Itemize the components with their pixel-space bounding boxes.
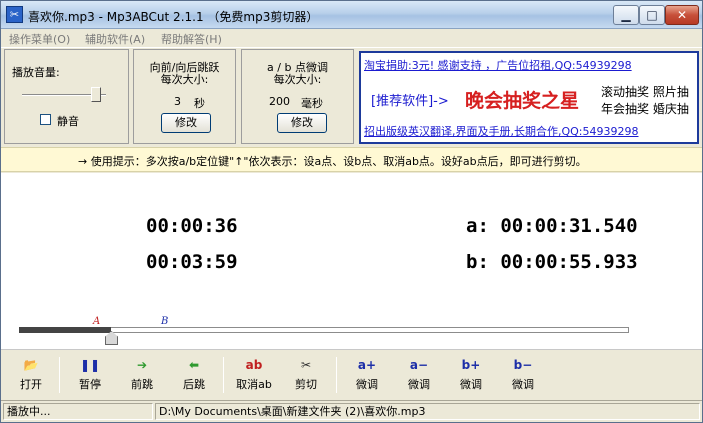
b-minus-icon: b− [513,358,533,372]
a-plus-label: 微调 [356,378,378,391]
window-title: 喜欢你.mp3 - Mp3ABCut 2.1.1 （免费mp3剪切器） [28,10,319,24]
forward-button[interactable]: ➔ 前跳 [119,357,165,395]
b-plus-button[interactable]: b+ 微调 [448,357,494,395]
menu-bar: 操作菜单(O) 辅助软件(A) 帮助解答(H) [1,29,702,48]
ab-adjust-subtitle: 每次大小: [273,73,322,86]
open-icon: 📂 [23,358,39,372]
ab-adjust-unit: 毫秒 [301,97,323,110]
a-point-time: a: 00:00:31.540 [466,215,638,237]
usage-hint-bar: → 使用提示：多次按a/b定位键"↑"依次表示：设a点、设b点、取消ab点。设好… [1,147,702,172]
jump-unit: 秒 [194,97,205,110]
close-button[interactable]: ✕ [665,5,699,25]
scissors-app-icon: ✂ [6,6,23,23]
toolbar-separator [223,357,224,393]
total-time: 00:03:59 [146,251,238,273]
ad-headline: 晚会抽奖之星 [465,90,580,112]
ab-adjust-panel: a / b 点微调 每次大小: 200 毫秒 修改 [241,49,354,144]
status-state: 播放中... [3,403,153,420]
b-minus-button[interactable]: b− 微调 [500,357,546,395]
open-button[interactable]: 📂 打开 [8,357,54,395]
pause-label: 暂停 [79,378,101,391]
status-file-path: D:\My Documents\桌面\新建文件夹 (2)\喜欢你.mp3 [155,403,700,420]
back-icon: ⬅ [188,358,200,372]
ad-translation-link[interactable]: 招出版级英汉翻译,界面及手册,长期合作,QQ:54939298 [364,123,639,139]
volume-label: 播放音量: [12,66,60,79]
close-icon: ✕ [676,8,688,22]
cut-label: 剪切 [295,378,317,391]
toolbar-separator [59,357,60,393]
current-time: 00:00:36 [146,215,238,237]
jump-value: 3 [174,95,181,108]
forward-label: 前跳 [131,378,153,391]
b-plus-icon: b+ [461,358,481,372]
seek-thumb[interactable] [105,331,118,345]
b-plus-label: 微调 [460,378,482,391]
pause-button[interactable]: ❚❚ 暂停 [67,357,113,395]
minimize-button[interactable]: ▁ [613,5,639,25]
ad-promo[interactable]: [推荐软件]-> 晚会抽奖之星 滚动抽奖 照片抽 年会抽奖 婚庆抽 [365,76,695,120]
volume-slider-thumb[interactable] [91,87,101,102]
minimize-icon: ▁ [621,8,631,22]
menu-operations[interactable]: 操作菜单(O) [9,31,70,47]
toolbar: 📂 打开 ❚❚ 暂停 ➔ 前跳 ⬅ 后跳 ab 取消ab ✂ 剪切 a+ 微调 a− 微调 b+ 微调 b− 微调 [1,351,702,399]
jump-size-panel: 向前/向后跳跃 每次大小: 3 秒 修改 [133,49,236,144]
menu-aux-software[interactable]: 辅助软件(A) [85,31,145,47]
a-plus-button[interactable]: a+ 微调 [344,357,390,395]
a-plus-icon: a+ [357,358,377,372]
ab-adjust-value: 200 [269,95,290,108]
cancel-ab-icon: ab [245,358,263,372]
a-marker: A [93,316,101,327]
open-label: 打开 [20,378,42,391]
maximize-button[interactable]: □ [639,5,665,25]
status-bar: 播放中... D:\My Documents\桌面\新建文件夹 (2)\喜欢你.… [1,400,702,422]
back-label: 后跳 [183,378,205,391]
b-marker: B [161,316,169,327]
cut-button[interactable]: ✂ 剪切 [283,357,329,395]
ab-adjust-edit-button[interactable]: 修改 [277,113,327,133]
seek-played-portion [19,327,111,333]
menu-help[interactable]: 帮助解答(H) [161,31,222,47]
cancel-ab-button[interactable]: ab 取消ab [231,357,277,395]
usage-hint-text: → 使用提示：多次按a/b定位键"↑"依次表示：设a点、设b点、取消ab点。设好… [78,155,587,168]
jump-subtitle: 每次大小: [160,73,209,86]
ad-donate-link[interactable]: 淘宝捐助:3元! 感谢支持 ，广告位招租,QQ:54939298 [364,57,632,73]
a-minus-button[interactable]: a− 微调 [396,357,442,395]
volume-panel: 播放音量: 静音 [4,49,129,144]
cut-icon: ✂ [300,358,312,372]
a-minus-icon: a− [409,358,429,372]
jump-edit-button[interactable]: 修改 [161,113,211,133]
ad-side-line-2: 年会抽奖 婚庆抽 [601,102,689,116]
back-button[interactable]: ⬅ 后跳 [171,357,217,395]
mute-checkbox[interactable] [40,114,51,125]
time-display: 00:00:36 00:03:59 a: 00:00:31.540 b: 00:… [1,173,702,316]
ad-recommend-label: [推荐软件]-> [371,94,449,109]
seek-area: A B [1,316,702,350]
toolbar-separator [336,357,337,393]
mute-label: 静音 [57,115,79,128]
ad-banner: 淘宝捐助:3元! 感谢支持 ，广告位招租,QQ:54939298 [推荐软件]-… [359,51,699,144]
forward-icon: ➔ [136,358,148,372]
a-minus-label: 微调 [408,378,430,391]
b-point-time: b: 00:00:55.933 [466,251,638,273]
app-window: ✂ 喜欢你.mp3 - Mp3ABCut 2.1.1 （免费mp3剪切器） ▁ … [0,0,703,423]
ad-side-line-1: 滚动抽奖 照片抽 [601,85,689,99]
b-minus-label: 微调 [512,378,534,391]
pause-icon: ❚❚ [79,358,101,372]
title-bar[interactable]: ✂ 喜欢你.mp3 - Mp3ABCut 2.1.1 （免费mp3剪切器） ▁ … [1,1,702,29]
cancel-ab-label: 取消ab [236,378,272,391]
maximize-icon: □ [646,8,658,22]
